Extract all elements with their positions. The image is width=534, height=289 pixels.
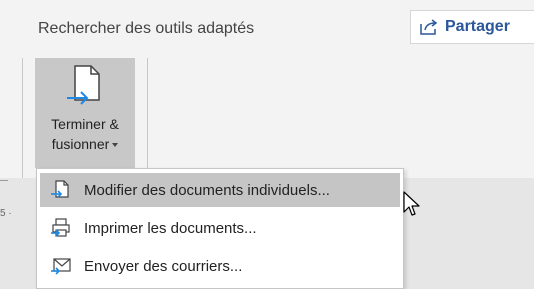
finish-merge-menu: Modifier des documents individuels... Im…	[36, 168, 404, 289]
printer-icon	[51, 218, 70, 237]
mouse-cursor-icon	[403, 191, 420, 216]
finish-merge-label-text: fusionner	[51, 136, 110, 152]
edit-documents-icon	[51, 180, 69, 198]
menu-item-edit-individual-documents[interactable]: Modifier des documents individuels...	[40, 173, 400, 207]
menu-item-label: Imprimer les documents...	[84, 219, 257, 237]
finish-merge-label-line2: fusionner	[35, 136, 135, 152]
share-button[interactable]: Partager	[410, 10, 534, 44]
finish-merge-icon	[67, 65, 100, 105]
finish-merge-label-line1: Terminer &	[51, 116, 119, 132]
ruler-line	[0, 180, 8, 181]
chevron-down-icon	[112, 143, 119, 148]
ribbon: Rechercher des outils adaptés Partager T…	[0, 0, 534, 178]
menu-item-label: Modifier des documents individuels...	[84, 181, 330, 199]
envelope-icon	[51, 258, 71, 275]
share-icon	[420, 19, 438, 35]
menu-item-send-emails[interactable]: Envoyer des courriers...	[40, 249, 400, 283]
group-separator	[147, 58, 148, 178]
share-label: Partager	[445, 18, 510, 35]
finish-merge-button[interactable]: Terminer & fusionner	[35, 58, 135, 168]
ruler-tick: 5 ·	[0, 208, 12, 219]
group-separator	[22, 58, 23, 178]
menu-item-label: Envoyer des courriers...	[84, 257, 243, 275]
tell-me-search[interactable]: Rechercher des outils adaptés	[38, 20, 254, 38]
menu-item-print-documents[interactable]: Imprimer les documents...	[40, 211, 400, 245]
ruler	[0, 178, 36, 289]
